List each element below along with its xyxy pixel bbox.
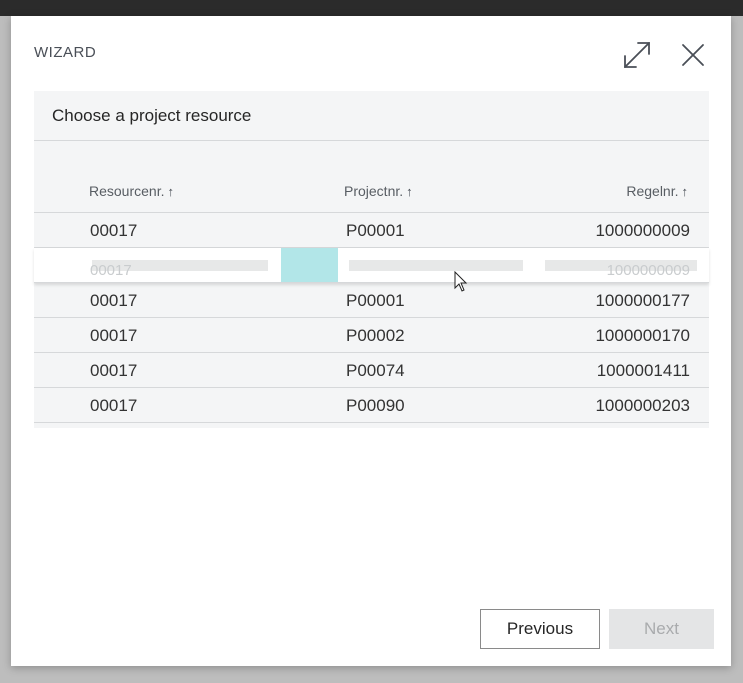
- regel-cell: 1000000170: [595, 326, 690, 345]
- table-row[interactable]: 00017 P00002 1000000170: [34, 318, 709, 353]
- window-top-bar: [0, 0, 743, 16]
- dialog-title: WIZARD: [34, 44, 97, 61]
- close-button[interactable]: [675, 37, 711, 73]
- resource-cell: 00017: [90, 262, 132, 279]
- previous-button[interactable]: Previous: [480, 609, 600, 649]
- resource-cell: 00017: [90, 221, 138, 240]
- column-header-resourcenr[interactable]: Resourcenr. ↑: [89, 183, 174, 199]
- sort-arrow-icon: ↑: [167, 183, 174, 199]
- column-label: Projectnr.: [344, 183, 404, 199]
- column-label: Resourcenr.: [89, 183, 165, 199]
- column-header-regelnr[interactable]: Regelnr. ↑: [626, 183, 688, 199]
- close-icon: [682, 44, 704, 66]
- resource-cell: 00017: [90, 396, 138, 415]
- regel-cell: 1000000009: [595, 221, 690, 240]
- table-row[interactable]: 00017 P00090 1000000203: [34, 388, 709, 423]
- resource-cell: 00017: [90, 291, 138, 310]
- expand-icon: [624, 42, 650, 68]
- resource-cell: 00017: [90, 361, 138, 380]
- row-selection-highlight: [281, 248, 338, 282]
- expand-button[interactable]: [619, 37, 655, 73]
- wizard-dialog: WIZARD Choose a project resource Resourc…: [11, 16, 731, 666]
- regel-cell: 1000001411: [596, 361, 690, 380]
- regel-cell: 1000000177: [595, 291, 690, 310]
- table-row[interactable]: 00017 P00001 1000000177: [34, 283, 709, 318]
- column-header-row: Resourcenr. ↑ Projectnr. ↑ Regelnr. ↑: [34, 141, 709, 213]
- mouse-cursor-icon: [454, 271, 468, 292]
- project-cell: P00001: [346, 221, 405, 240]
- project-cell: P00074: [346, 361, 405, 380]
- resource-list-panel: Choose a project resource Resourcenr. ↑ …: [34, 91, 709, 428]
- project-cell: P00090: [346, 396, 405, 415]
- sort-arrow-icon: ↑: [681, 183, 689, 199]
- table-row[interactable]: 00017 P00074 1000001411: [34, 353, 709, 388]
- project-cell: P00001: [346, 291, 405, 310]
- resource-cell: 00017: [90, 326, 138, 345]
- sort-arrow-icon: ↑: [406, 183, 413, 199]
- regel-cell: 1000000009: [606, 262, 690, 279]
- next-button[interactable]: Next: [609, 609, 714, 649]
- loading-placeholder: [349, 260, 523, 271]
- panel-heading: Choose a project resource: [34, 91, 709, 141]
- column-header-projectnr[interactable]: Projectnr. ↑: [344, 183, 413, 199]
- project-cell: P00002: [346, 326, 405, 345]
- column-label: Regelnr.: [626, 183, 679, 199]
- table-row-selected[interactable]: 00017 1000000009: [34, 248, 709, 283]
- regel-cell: 1000000203: [595, 396, 690, 415]
- table-row[interactable]: 00017 P00001 1000000009: [34, 213, 709, 248]
